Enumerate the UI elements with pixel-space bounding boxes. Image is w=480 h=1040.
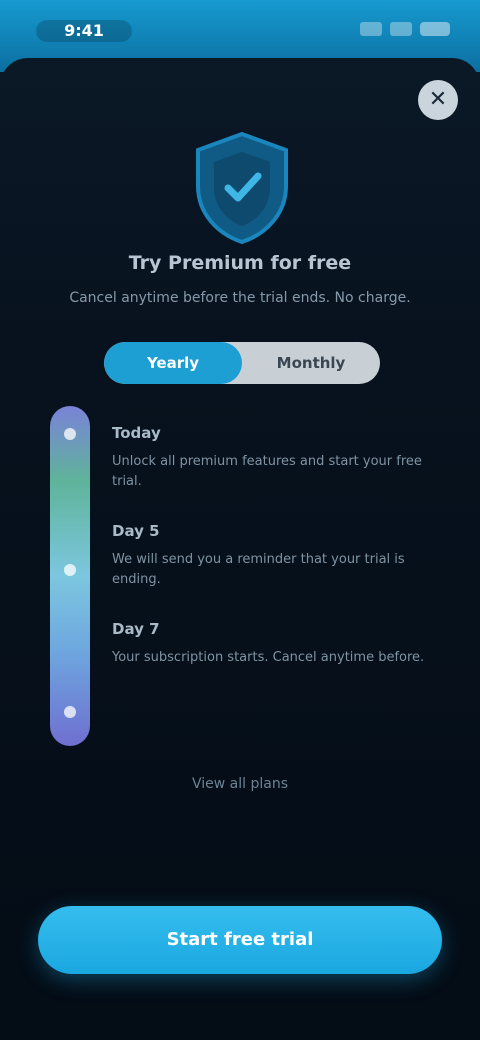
timeline-step: Today Unlock all premium features and st… bbox=[112, 424, 432, 492]
trial-timeline-bar bbox=[50, 406, 90, 746]
timeline-step-desc: Your subscription starts. Cancel anytime… bbox=[112, 650, 425, 665]
shield-icon bbox=[196, 131, 288, 245]
screen: 9:41 ✕ Try Premium for free Cancel anyti… bbox=[0, 0, 480, 1040]
paywall-sheet: ✕ Try Premium for free Cancel anytime be… bbox=[0, 58, 480, 1040]
timeline-step-label: Day 7 bbox=[112, 620, 160, 638]
timeline-lock-icon bbox=[64, 428, 76, 440]
plan-toggle: Yearly Monthly bbox=[104, 342, 380, 384]
timeline-bell-icon bbox=[64, 564, 76, 576]
wifi-icon bbox=[390, 22, 412, 36]
page-subtitle: Cancel anytime before the trial ends. No… bbox=[69, 290, 411, 306]
view-plans-link[interactable]: View all plans bbox=[140, 776, 340, 792]
timeline-star-icon bbox=[64, 706, 76, 718]
timeline-step-label: Day 5 bbox=[112, 522, 160, 540]
status-time: 9:41 bbox=[36, 20, 132, 42]
plan-option-yearly[interactable]: Yearly bbox=[104, 342, 242, 384]
start-trial-button[interactable]: Start free trial bbox=[38, 906, 442, 974]
page-title: Try Premium for free bbox=[128, 252, 352, 274]
signal-icon bbox=[360, 22, 382, 36]
battery-icon bbox=[420, 22, 450, 36]
plan-option-monthly[interactable]: Monthly bbox=[242, 342, 380, 384]
timeline-step: Day 5 We will send you a reminder that y… bbox=[112, 522, 432, 590]
timeline-step: Day 7 Your subscription starts. Cancel a… bbox=[112, 620, 432, 668]
close-button[interactable]: ✕ bbox=[418, 80, 458, 120]
status-icons bbox=[360, 22, 450, 36]
timeline-step-label: Today bbox=[112, 424, 161, 442]
timeline-step-desc: Unlock all premium features and start yo… bbox=[112, 454, 422, 489]
timeline-step-desc: We will send you a reminder that your tr… bbox=[112, 552, 405, 587]
